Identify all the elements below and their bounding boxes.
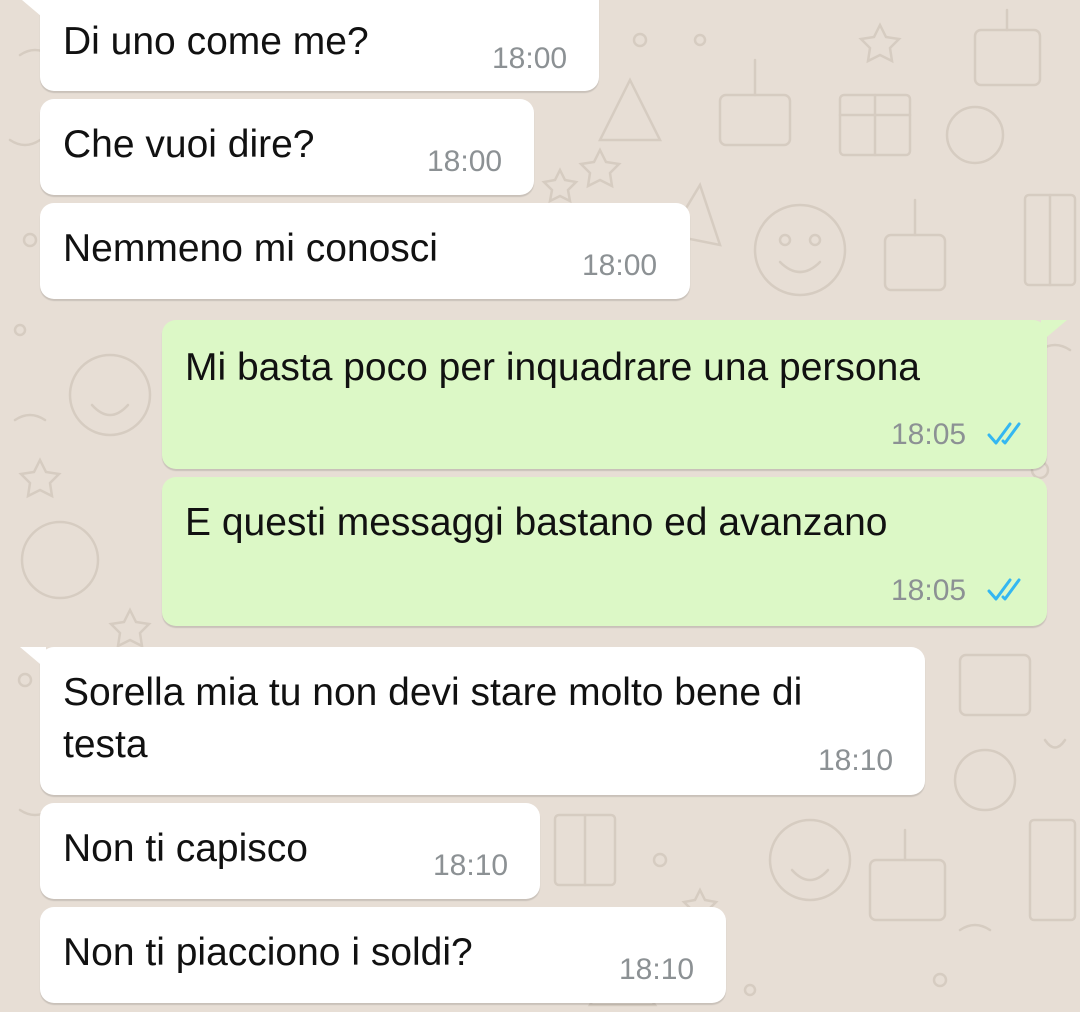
incoming-message[interactable]: Nemmeno mi conosci 18:00 [40, 203, 690, 299]
incoming-message[interactable]: Che vuoi dire? 18:00 [40, 99, 534, 195]
incoming-message[interactable]: Di uno come me? 18:00 [22, 0, 599, 91]
message-text-line-2: testa [63, 723, 148, 766]
incoming-message[interactable]: Sorella mia tu non devi stare molto bene… [20, 647, 925, 795]
bubble-tail [1041, 320, 1067, 342]
bubble-tail [22, 0, 48, 22]
double-check-read-icon [987, 422, 1021, 445]
message-time: 18:05 [891, 574, 967, 607]
message-text: Non ti capisco [63, 827, 308, 870]
message-time: 18:10 [433, 849, 509, 882]
message-text: Mi basta poco per inquadrare una persona [185, 346, 920, 389]
message-time: 18:00 [427, 145, 503, 178]
message-text: Nemmeno mi conosci [63, 227, 438, 270]
message-time: 18:10 [818, 744, 894, 777]
message-time: 18:00 [492, 42, 568, 75]
double-check-read-icon [987, 578, 1021, 601]
message-text: Di uno come me? [63, 20, 369, 63]
message-text: Che vuoi dire? [63, 123, 315, 166]
outgoing-message[interactable]: E questi messaggi bastano ed avanzano 18… [162, 477, 1047, 626]
message-text: E questi messaggi bastano ed avanzano [185, 501, 888, 544]
bubble-tail [20, 647, 46, 669]
incoming-message[interactable]: Non ti piacciono i soldi? 18:10 [40, 907, 726, 1003]
chat-message-list[interactable]: Di uno come me? 18:00 Che vuoi dire? 18:… [0, 0, 1080, 1012]
outgoing-message[interactable]: Mi basta poco per inquadrare una persona… [162, 320, 1067, 469]
incoming-message[interactable]: Non ti capisco 18:10 [40, 803, 540, 899]
message-text: Non ti piacciono i soldi? [63, 931, 473, 974]
message-text-line-1: Sorella mia tu non devi stare molto bene… [63, 671, 803, 714]
message-time: 18:00 [582, 249, 658, 282]
message-time: 18:05 [891, 418, 967, 451]
message-time: 18:10 [619, 953, 695, 986]
